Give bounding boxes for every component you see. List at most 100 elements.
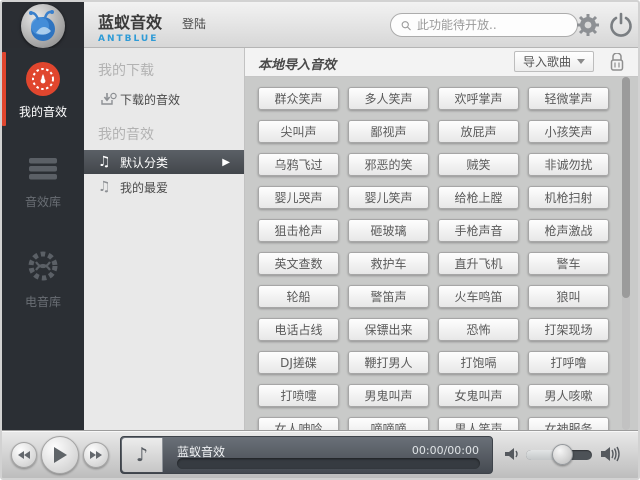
sound-effect-button[interactable]: 女神服务 <box>528 417 609 430</box>
panel-item-default-category[interactable]: ♫ 默认分类 ▶ <box>84 150 244 174</box>
sound-effect-button[interactable]: 群众笑声 <box>258 87 339 110</box>
sound-effect-button[interactable]: 狙击枪声 <box>258 219 339 242</box>
main-header: 本地导入音效 导入歌曲 <box>245 48 638 77</box>
fast-forward-icon <box>89 450 103 460</box>
import-songs-label: 导入歌曲 <box>523 53 571 70</box>
sound-effect-button[interactable]: 警车 <box>528 252 609 275</box>
login-link[interactable]: 登陆 <box>182 15 206 32</box>
sound-effect-button[interactable]: 手枪声音 <box>438 219 519 242</box>
electro-icon <box>27 250 59 282</box>
sidebar-item-label: 音效库 <box>2 193 84 210</box>
sound-effect-button[interactable]: 女人呻吟 <box>258 417 339 430</box>
sound-effect-button[interactable]: 恐怖 <box>438 318 519 341</box>
sound-effect-button[interactable]: 男人笑声 <box>438 417 519 430</box>
sound-effect-button[interactable]: 鞭打男人 <box>348 351 429 374</box>
sound-effect-button[interactable]: 婴儿笑声 <box>348 186 429 209</box>
track-time: 00:00/00:00 <box>412 444 479 457</box>
sidebar-item-label: 电音库 <box>2 293 84 310</box>
sound-effect-button[interactable]: 打架现场 <box>528 318 609 341</box>
panel-item-label: 我的最爱 <box>120 179 168 196</box>
sound-effect-button[interactable]: 尖叫声 <box>258 120 339 143</box>
top-bar: 蓝蚁音效 ANTBLUE 登陆 <box>2 2 638 48</box>
play-arrow-icon[interactable]: ▶ <box>222 157 230 168</box>
search-box[interactable] <box>390 13 578 37</box>
sidebar-item-sound-library[interactable]: 音效库 <box>2 142 84 220</box>
gear-icon[interactable] <box>575 12 601 38</box>
sound-effect-button[interactable]: 男鬼叫声 <box>348 384 429 407</box>
search-icon <box>401 19 411 32</box>
app-window: 蓝蚁音效 ANTBLUE 登陆 <box>0 0 640 480</box>
sound-effect-button[interactable]: 打呼噜 <box>528 351 609 374</box>
sound-effect-button[interactable]: 电话占线 <box>258 318 339 341</box>
panel-item-downloaded-sounds[interactable]: 下载的音效 <box>84 86 244 112</box>
album-art: ♪ <box>122 438 163 472</box>
logo-container <box>2 2 84 48</box>
chevron-down-icon <box>577 59 585 64</box>
sound-effect-button[interactable]: 贼笑 <box>438 153 519 176</box>
search-input[interactable] <box>417 18 567 32</box>
ant-logo <box>21 4 65 48</box>
trash-icon[interactable] <box>608 53 626 72</box>
sound-effect-button[interactable]: 直升飞机 <box>438 252 519 275</box>
power-icon[interactable] <box>608 12 634 38</box>
volume-up-icon[interactable] <box>600 444 622 464</box>
sound-grid: 群众笑声多人笑声欢呼掌声轻微掌声尖叫声鄙视声放屁声小孩笑声乌鸦飞过邪恶的笑贼笑非… <box>245 77 638 430</box>
list-icon <box>26 156 60 182</box>
sound-effect-button[interactable]: 欢呼掌声 <box>438 87 519 110</box>
volume-down-icon[interactable] <box>504 446 520 462</box>
progress-bar[interactable] <box>177 458 480 469</box>
next-button[interactable] <box>83 442 109 468</box>
sound-effect-button[interactable]: 邪恶的笑 <box>348 153 429 176</box>
volume-knob[interactable] <box>552 444 573 465</box>
app-title: 蓝蚁音效 <box>98 9 162 33</box>
sound-effect-button[interactable]: 轮船 <box>258 285 339 308</box>
sound-effect-button[interactable]: 英文查数 <box>258 252 339 275</box>
sound-effect-button[interactable]: 打饱嗝 <box>438 351 519 374</box>
panel-item-label: 默认分类 <box>120 154 168 171</box>
sound-effect-button[interactable]: 保镖出来 <box>348 318 429 341</box>
sound-effect-button[interactable]: 放屁声 <box>438 120 519 143</box>
sound-effect-button[interactable]: 机枪扫射 <box>528 186 609 209</box>
sound-effect-button[interactable]: 狼叫 <box>528 285 609 308</box>
sound-effect-button[interactable]: 嘀嘀嘀 <box>348 417 429 430</box>
download-icon <box>98 92 120 106</box>
sidebar-item-my-sounds[interactable]: 我的音效 <box>2 48 84 130</box>
track-panel: ♪ 蓝蚁音效 00:00/00:00 <box>120 436 493 474</box>
sidebar-item-electro-library[interactable]: 电音库 <box>2 236 84 320</box>
scrollbar-track[interactable] <box>622 77 630 430</box>
speedometer-icon <box>26 62 60 96</box>
rewind-icon <box>17 450 31 460</box>
sound-effect-button[interactable]: 枪声激战 <box>528 219 609 242</box>
sound-effect-button[interactable]: 非诚勿扰 <box>528 153 609 176</box>
sound-effect-button[interactable]: 给枪上膛 <box>438 186 519 209</box>
sound-effect-button[interactable]: 轻微掌声 <box>528 87 609 110</box>
player-bar: ♪ 蓝蚁音效 00:00/00:00 <box>2 430 638 478</box>
sidebar: 我的音效 音效库 电音库 <box>2 48 84 430</box>
import-songs-button[interactable]: 导入歌曲 <box>514 51 594 72</box>
app-title-block: 蓝蚁音效 ANTBLUE <box>98 9 162 44</box>
sound-effect-button[interactable]: 救护车 <box>348 252 429 275</box>
play-icon <box>52 446 68 464</box>
sound-grid-area: 群众笑声多人笑声欢呼掌声轻微掌声尖叫声鄙视声放屁声小孩笑声乌鸦飞过邪恶的笑贼笑非… <box>245 77 638 430</box>
previous-button[interactable] <box>11 442 37 468</box>
sound-effect-button[interactable]: DJ搓碟 <box>258 351 339 374</box>
sound-effect-button[interactable]: 婴儿哭声 <box>258 186 339 209</box>
sound-effect-button[interactable]: 砸玻璃 <box>348 219 429 242</box>
sound-effect-button[interactable]: 小孩笑声 <box>528 120 609 143</box>
music-note-icon: ♫ <box>98 154 120 170</box>
sound-effect-button[interactable]: 火车鸣笛 <box>438 285 519 308</box>
sound-effect-button[interactable]: 多人笑声 <box>348 87 429 110</box>
section-header-downloads: 我的下载 <box>84 48 244 86</box>
sound-effect-button[interactable]: 打喷嚏 <box>258 384 339 407</box>
sound-effect-button[interactable]: 女鬼叫声 <box>438 384 519 407</box>
sound-effect-button[interactable]: 警笛声 <box>348 285 429 308</box>
music-note-icon: ♫ <box>98 179 120 195</box>
panel-item-favorites[interactable]: ♫ 我的最爱 <box>84 174 244 200</box>
sound-effect-button[interactable]: 乌鸦飞过 <box>258 153 339 176</box>
play-button[interactable] <box>41 436 79 474</box>
category-panel: 我的下载 下载的音效 我的音效 ♫ 默认分类 ▶ ♫ 我的最爱 <box>84 48 245 430</box>
sound-effect-button[interactable]: 男人咳嗽 <box>528 384 609 407</box>
scrollbar-thumb[interactable] <box>622 77 630 298</box>
sound-effect-button[interactable]: 鄙视声 <box>348 120 429 143</box>
app-subtitle: ANTBLUE <box>98 34 162 44</box>
